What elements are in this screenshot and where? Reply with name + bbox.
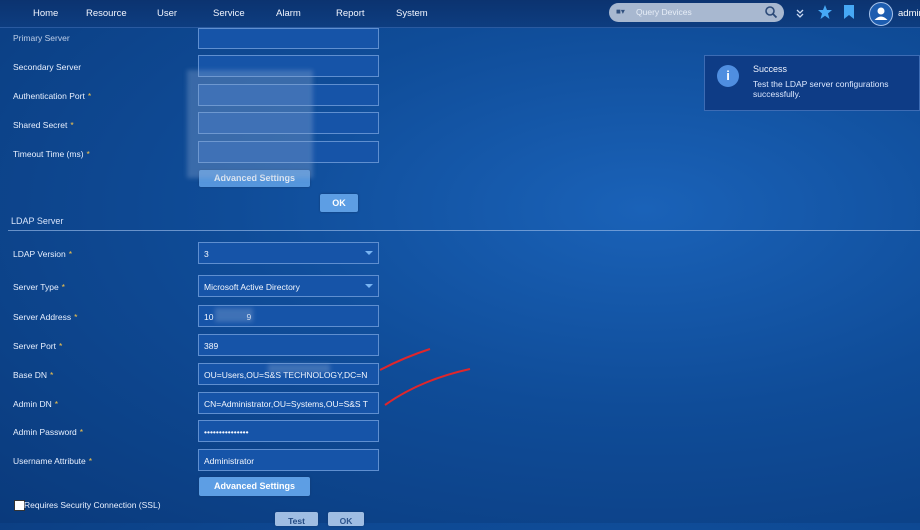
ok-button-top[interactable]: OK (320, 194, 358, 212)
server-address-label: Server Address * (13, 312, 78, 322)
redacted-overlay (187, 70, 313, 178)
admin-password-label: Admin Password * (13, 427, 84, 437)
toast-title: Success (753, 64, 788, 74)
admin-password-field[interactable]: ••••••••••••••• (198, 420, 379, 442)
nav-service[interactable]: Service (213, 8, 245, 19)
ldap-section-title: LDAP Server (11, 216, 64, 226)
secondary-server-label: Secondary Server (13, 62, 82, 72)
bookmark-icon[interactable] (843, 4, 855, 20)
nav-report[interactable]: Report (336, 8, 365, 19)
success-toast: i Success Test the LDAP server configura… (704, 55, 920, 111)
auth-port-label: Authentication Port * (13, 91, 92, 101)
avatar[interactable] (869, 2, 893, 26)
primary-server-label: Primary Server (13, 33, 70, 43)
shared-secret-label: Shared Secret * (13, 120, 74, 130)
ldap-version-select[interactable]: 3 (198, 242, 379, 264)
server-type-label: Server Type * (13, 282, 65, 292)
username[interactable]: admin (898, 8, 920, 19)
search-input[interactable]: Query Devices (636, 7, 692, 17)
top-nav-bar: Home Resource User Service Alarm Report … (0, 0, 920, 28)
ssl-label: Requires Security Connection (SSL) (24, 500, 161, 510)
nav-user[interactable]: User (157, 8, 177, 19)
device-scope-icon[interactable]: ■▾ (616, 7, 625, 16)
nav-home[interactable]: Home (33, 8, 58, 19)
chevron-down-icon (365, 251, 373, 255)
section-divider (8, 230, 920, 231)
search-box[interactable]: ■▾ Query Devices (609, 3, 784, 22)
nav-alarm[interactable]: Alarm (276, 8, 301, 19)
chevron-down-icon (365, 284, 373, 288)
info-icon: i (717, 65, 739, 87)
double-chevron-down-icon[interactable] (795, 8, 805, 20)
username-attribute-field[interactable]: Administrator (198, 449, 379, 471)
timeout-label: Timeout Time (ms) * (13, 149, 90, 159)
server-port-label: Server Port * (13, 341, 63, 351)
test-button[interactable]: Test (275, 512, 318, 526)
search-icon[interactable] (764, 5, 778, 19)
annotation-strokes (379, 348, 471, 406)
nav-resource[interactable]: Resource (86, 8, 127, 19)
username-attribute-label: Username Attribute * (13, 456, 93, 466)
ok-button[interactable]: OK (328, 512, 364, 526)
redacted-overlay (268, 364, 330, 373)
admin-dn-label: Admin DN * (13, 399, 59, 409)
ldap-version-label: LDAP Version * (13, 249, 73, 259)
redacted-overlay (215, 308, 253, 322)
primary-server-field[interactable] (198, 28, 379, 49)
nav-system[interactable]: System (396, 8, 428, 19)
toast-message: Test the LDAP server configurations succ… (753, 79, 889, 99)
star-icon[interactable] (817, 4, 833, 20)
admin-dn-field[interactable]: CN=Administrator,OU=Systems,OU=S&S T (198, 392, 379, 414)
base-dn-label: Base DN * (13, 370, 54, 380)
advanced-settings-button[interactable]: Advanced Settings (199, 477, 310, 496)
server-type-select[interactable]: Microsoft Active Directory (198, 275, 379, 297)
user-icon (874, 7, 888, 20)
server-port-field[interactable]: 389 (198, 334, 379, 356)
